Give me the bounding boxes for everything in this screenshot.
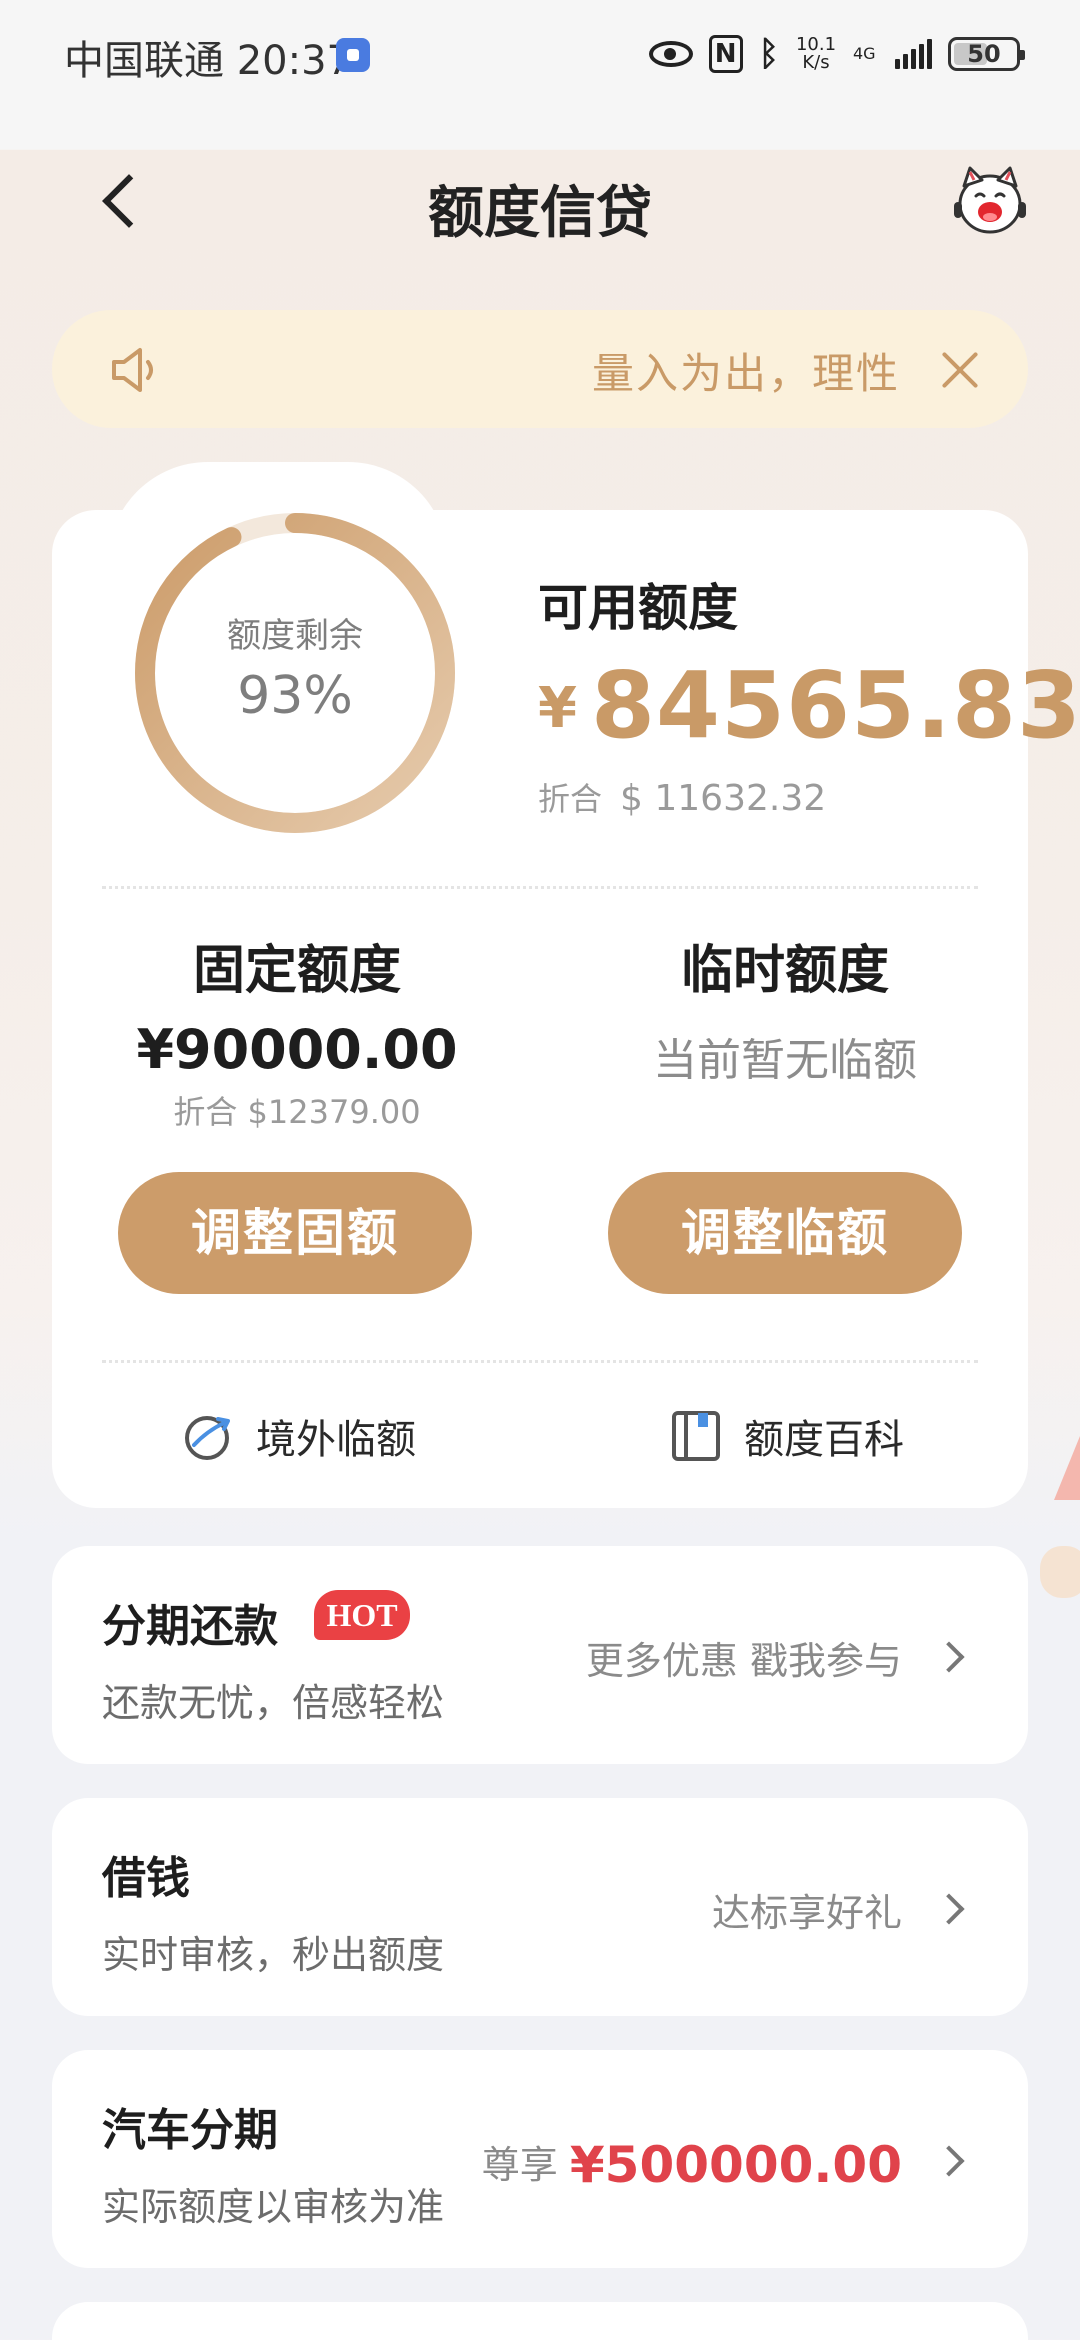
borrow-title: 借钱 [102, 1853, 190, 1904]
status-carrier-time: 中国联通 20:37 [64, 28, 352, 86]
status-icons: N ᛒ 10.1 K/s 4G 50 [648, 30, 1025, 78]
installment-repay-card[interactable]: 分期还款 HOT 还款无忧，倍感轻松 更多优惠 戳我参与 [52, 1546, 1028, 1764]
overseas-temp-label: 境外临额 [256, 1417, 416, 1463]
currency-symbol: ¥ [538, 676, 577, 741]
network-type: 4G [853, 44, 876, 63]
divider [102, 886, 978, 889]
ring-percent: 93% [237, 666, 353, 726]
mascot-assistant-icon[interactable] [952, 162, 1028, 238]
overseas-temp-link[interactable]: 境外临额 [180, 1404, 416, 1468]
car-promo-prefix: 尊享 [481, 2143, 558, 2187]
bluetooth-icon: ᛒ [758, 34, 779, 74]
fixed-credit-usd: 折合 $12379.00 [173, 1093, 421, 1131]
adjust-fixed-button[interactable]: 调整固额 [118, 1172, 472, 1294]
available-amount-value: 84565.83 [590, 652, 1080, 759]
adjust-temp-button[interactable]: 调整临额 [608, 1172, 962, 1294]
fixed-credit-amount: ¥90000.00 [136, 1018, 458, 1081]
encyclopedia-label: 额度百科 [744, 1417, 904, 1463]
temp-credit-status: 当前暂无临额 [653, 1035, 917, 1086]
net-speed: 10.1 K/s [795, 34, 837, 73]
borrow-promo: 达标享好礼 [711, 1891, 902, 1935]
eye-comfort-icon [648, 41, 693, 67]
car-installment-card[interactable]: 汽车分期 实际额度以审核为准 尊享 ¥500000.00 [52, 2050, 1028, 2268]
hot-badge: HOT [314, 1590, 410, 1640]
signal-icon [895, 39, 932, 69]
app-notification-icon [336, 38, 370, 72]
chevron-right-icon [936, 1892, 966, 1922]
page-header: 额度信贷 [0, 150, 1080, 250]
available-usd: 折合 $ 11632.32 [538, 774, 826, 820]
installment-title: 分期还款 [102, 1601, 278, 1652]
usd-label: 折合 [538, 780, 603, 818]
floating-promo-tab[interactable] [1032, 1436, 1080, 1616]
battery-icon: 50 [948, 37, 1025, 71]
status-bar: 中国联通 20:37 N ᛒ 10.1 K/s 4G 50 [0, 0, 1080, 110]
nfc-icon: N [708, 35, 743, 73]
car-title: 汽车分期 [102, 2105, 278, 2156]
chevron-right-icon [936, 1640, 966, 1670]
car-promo-amount: ¥500000.00 [569, 2136, 902, 2194]
notice-close-button[interactable] [932, 342, 988, 398]
chevron-right-icon [936, 2144, 966, 2174]
credit-encyclopedia-link[interactable]: 额度百科 [670, 1404, 904, 1468]
carrier-name: 中国联通 [64, 38, 224, 84]
available-credit-amount: ¥84565.83 [538, 652, 1080, 759]
next-service-card[interactable] [52, 2302, 1028, 2340]
installment-subtitle: 还款无忧，倍感轻松 [102, 1681, 445, 1725]
ring-label: 额度剩余 [227, 616, 363, 656]
battery-level: 50 [967, 40, 1001, 68]
car-subtitle: 实际额度以审核为准 [102, 2185, 445, 2229]
clock: 20:37 [236, 38, 352, 84]
borrow-money-card[interactable]: 借钱 实时审核，秒出额度 达标享好礼 [52, 1798, 1028, 2016]
temp-credit-section: 临时额度 当前暂无临额 [590, 940, 980, 1096]
page-title: 额度信贷 [428, 181, 652, 246]
book-icon [672, 1411, 720, 1461]
borrow-subtitle: 实时审核，秒出额度 [102, 1933, 445, 1977]
installment-promo: 更多优惠 戳我参与 [585, 1639, 902, 1683]
temp-credit-title: 临时额度 [680, 941, 889, 1001]
notice-text: 量入为出，理性 [591, 349, 900, 398]
fixed-credit-section: 固定额度 ¥90000.00 折合 $12379.00 [102, 940, 492, 1134]
speaker-icon [112, 348, 153, 392]
divider [102, 1360, 978, 1363]
fixed-credit-title: 固定额度 [192, 941, 401, 1001]
notice-bar: 量入为出，理性 [52, 310, 1028, 428]
car-promo: 尊享 ¥500000.00 [482, 2134, 902, 2194]
usd-value: $ 11632.32 [620, 778, 827, 819]
available-credit-title: 可用额度 [538, 579, 738, 637]
globe-plane-icon [185, 1416, 230, 1460]
